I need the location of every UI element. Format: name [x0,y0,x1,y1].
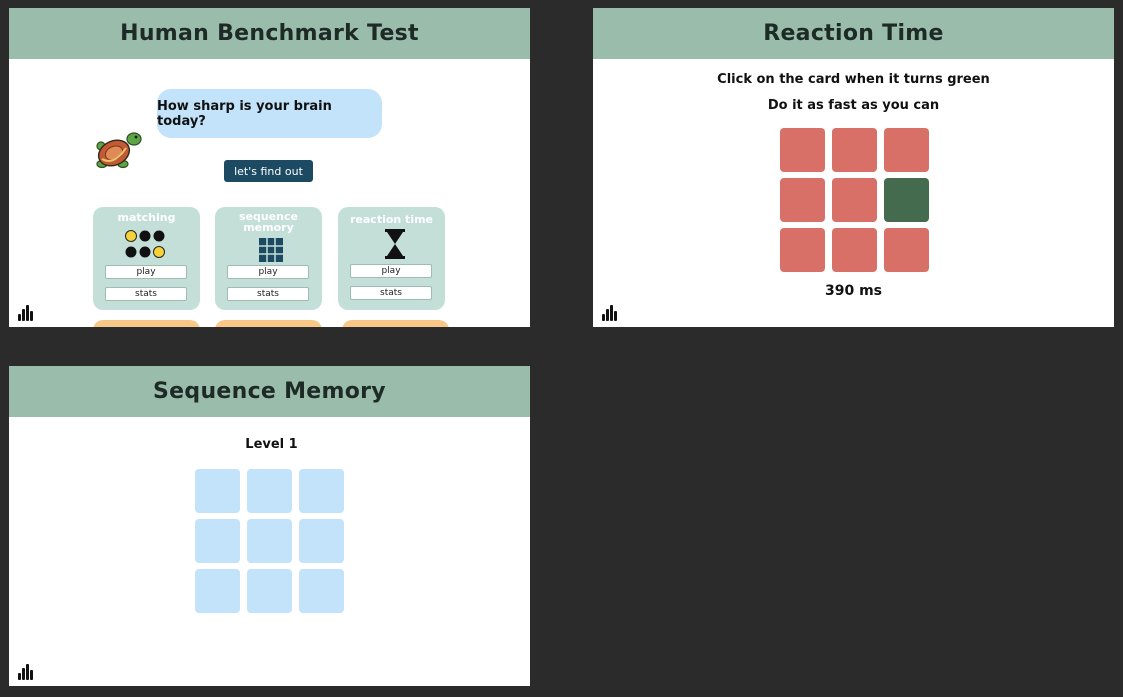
reaction-time-card: reaction time play stats [338,207,445,310]
reaction-card[interactable] [884,128,929,172]
sequence-memory-card: sequence memory play stats [215,207,322,310]
matching-stats-button[interactable]: stats [105,287,187,301]
home-panel: Human Benchmark Test How sharp is your b… [9,8,530,327]
turtle-icon [96,132,142,169]
sequence-card[interactable] [299,469,344,513]
find-out-button[interactable]: let's find out [224,160,313,182]
bar-chart-icon[interactable] [602,305,618,321]
bar-chart-icon[interactable] [18,664,34,680]
chicks-icon [125,230,165,258]
speech-bubble: How sharp is your brain today? [157,89,382,138]
reaction-card-grid [780,128,929,272]
reaction-time-panel: Reaction Time Click on the card when it … [593,8,1114,327]
matching-card: matching play stats [93,207,200,310]
page-title: Reaction Time [593,8,1114,59]
hourglass-icon [385,229,405,259]
reaction-time-title: reaction time [349,213,434,226]
reaction-time-play-button[interactable]: play [350,264,432,278]
game-card-peek [215,320,322,327]
reaction-card[interactable] [884,228,929,272]
page-title: Sequence Memory [9,366,530,417]
instruction-text: Do it as fast as you can [767,98,940,113]
game-card-peek [93,320,200,327]
sequence-card[interactable] [195,569,240,613]
sequence-memory-play-button[interactable]: play [227,265,309,279]
reaction-card[interactable] [832,228,877,272]
reaction-card[interactable] [832,128,877,172]
reaction-card[interactable] [780,228,825,272]
reaction-card[interactable] [832,178,877,222]
level-indicator: Level 1 [245,437,298,452]
game-card-peek [342,320,449,327]
reaction-time-result: 390 ms [824,283,883,299]
reaction-card-green[interactable] [884,178,929,222]
sequence-card[interactable] [247,469,292,513]
sequence-card[interactable] [299,569,344,613]
grid-icon [259,238,283,262]
matching-play-button[interactable]: play [105,265,187,279]
sequence-memory-title: sequence memory [239,210,298,234]
sequence-card[interactable] [195,469,240,513]
sequence-card-grid [195,469,344,613]
reaction-time-stats-button[interactable]: stats [350,286,432,300]
matching-title: matching [117,211,176,224]
sequence-card[interactable] [299,519,344,563]
page-title: Human Benchmark Test [9,8,530,59]
sequence-memory-panel: Sequence Memory Level 1 [9,366,530,686]
bar-chart-icon[interactable] [18,305,34,321]
sequence-card[interactable] [247,519,292,563]
sequence-card[interactable] [247,569,292,613]
reaction-card[interactable] [780,128,825,172]
instruction-text: Click on the card when it turns green [717,72,990,87]
sequence-card[interactable] [195,519,240,563]
sequence-memory-stats-button[interactable]: stats [227,287,309,301]
reaction-card[interactable] [780,178,825,222]
